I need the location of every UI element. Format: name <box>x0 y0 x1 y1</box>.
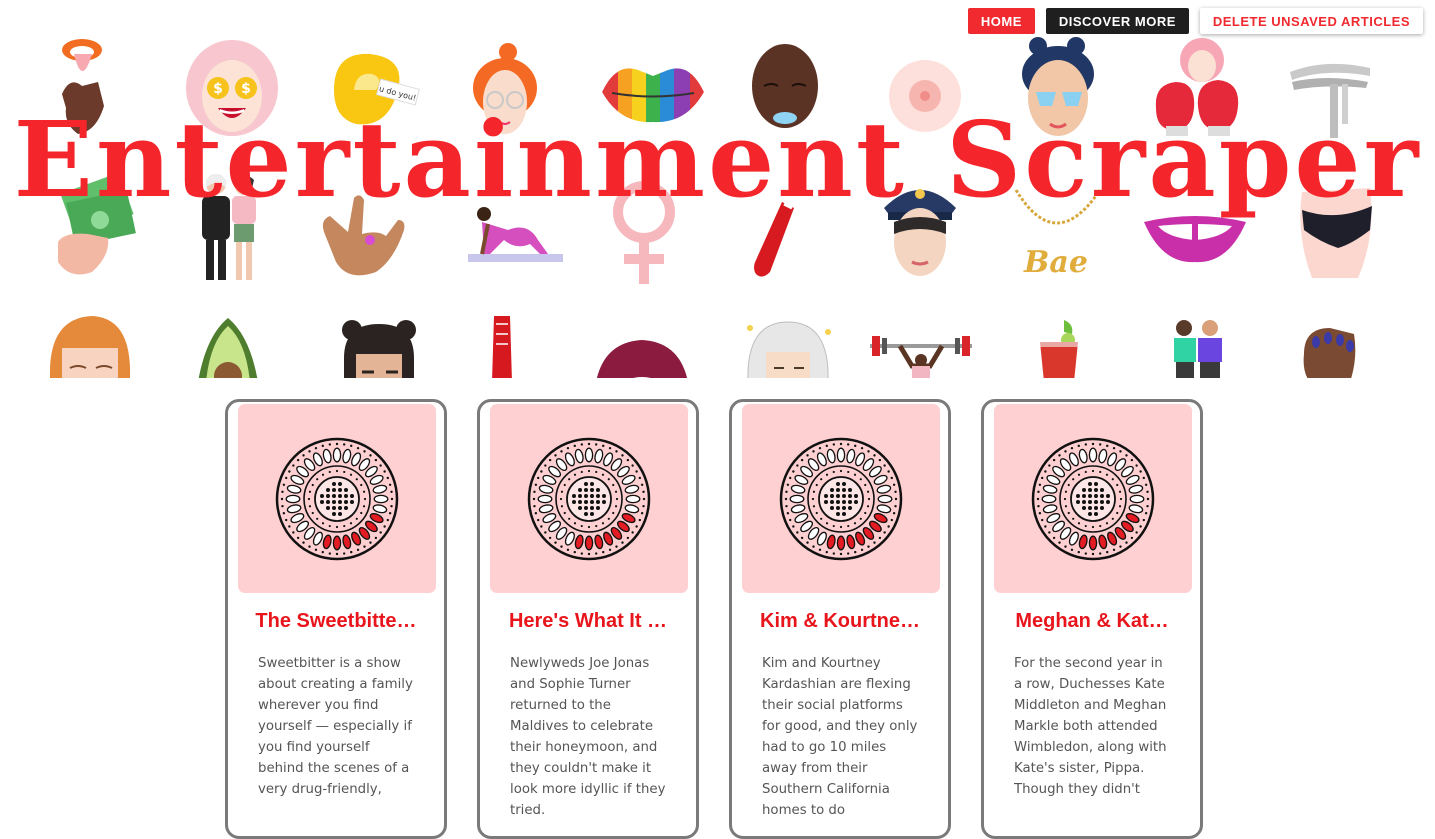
hero-banner: $ $ u do you! Bae Entertainment Scraper <box>0 0 1435 378</box>
weightlifter-sticker <box>870 336 972 378</box>
avocado-sticker <box>198 318 258 378</box>
card-title[interactable]: The Sweetbitte… <box>238 609 434 633</box>
card-image <box>742 404 940 593</box>
bloody-mary-sticker <box>1040 320 1078 378</box>
card-summary: Kim and Kourtney Kardashian are flexing … <box>762 656 918 818</box>
card-summary: Newlyweds Joe Jonas and Sophie Turner re… <box>510 656 666 818</box>
top-nav: HOME DISCOVER MORE DELETE UNSAVED ARTICL… <box>967 8 1423 34</box>
discover-more-button[interactable]: DISCOVER MORE <box>1045 8 1189 34</box>
article-card-list: The Sweetbitte… Sweetbitter is a show ab… <box>225 399 1203 839</box>
two-men-sticker <box>1174 320 1222 378</box>
winking-ginger-sticker <box>49 316 131 378</box>
necklace-text: Bae <box>1023 245 1088 280</box>
article-card[interactable]: Here's What It … Newlyweds Joe Jonas and… <box>477 399 699 839</box>
birth-control-pill-icon <box>275 437 399 560</box>
card-image <box>490 404 688 593</box>
article-card[interactable]: The Sweetbitte… Sweetbitter is a show ab… <box>225 399 447 839</box>
birth-control-pill-icon <box>779 437 903 560</box>
home-button[interactable]: HOME <box>967 8 1035 34</box>
birth-control-pill-icon <box>527 437 651 560</box>
svg-text:$: $ <box>213 81 223 97</box>
card-title[interactable]: Meghan & Kat… <box>994 609 1190 633</box>
article-card[interactable]: Meghan & Kat… For the second year in a r… <box>981 399 1203 839</box>
card-title[interactable]: Here's What It … <box>490 609 686 633</box>
manicure-hand-sticker <box>1303 328 1356 378</box>
delete-unsaved-articles-button[interactable]: DELETE UNSAVED ARTICLES <box>1199 8 1423 34</box>
birth-control-pill-icon <box>1031 437 1155 560</box>
dark-hair-buns-sticker <box>342 320 416 378</box>
dark-lips-sticker <box>597 340 687 378</box>
card-summary: For the second year in a row, Duchesses … <box>1014 656 1167 797</box>
astronaut-sticker <box>747 321 831 378</box>
page-title: Entertainment Scraper <box>13 98 1422 221</box>
card-summary: Sweetbitter is a show about creating a f… <box>258 656 413 797</box>
article-card[interactable]: Kim & Kourtne… Kim and Kourtney Kardashi… <box>729 399 951 839</box>
card-image <box>238 404 436 593</box>
svg-text:$: $ <box>241 81 251 97</box>
card-title[interactable]: Kim & Kourtne… <box>742 609 938 633</box>
card-image <box>994 404 1192 593</box>
red-boot-sticker <box>492 316 512 378</box>
